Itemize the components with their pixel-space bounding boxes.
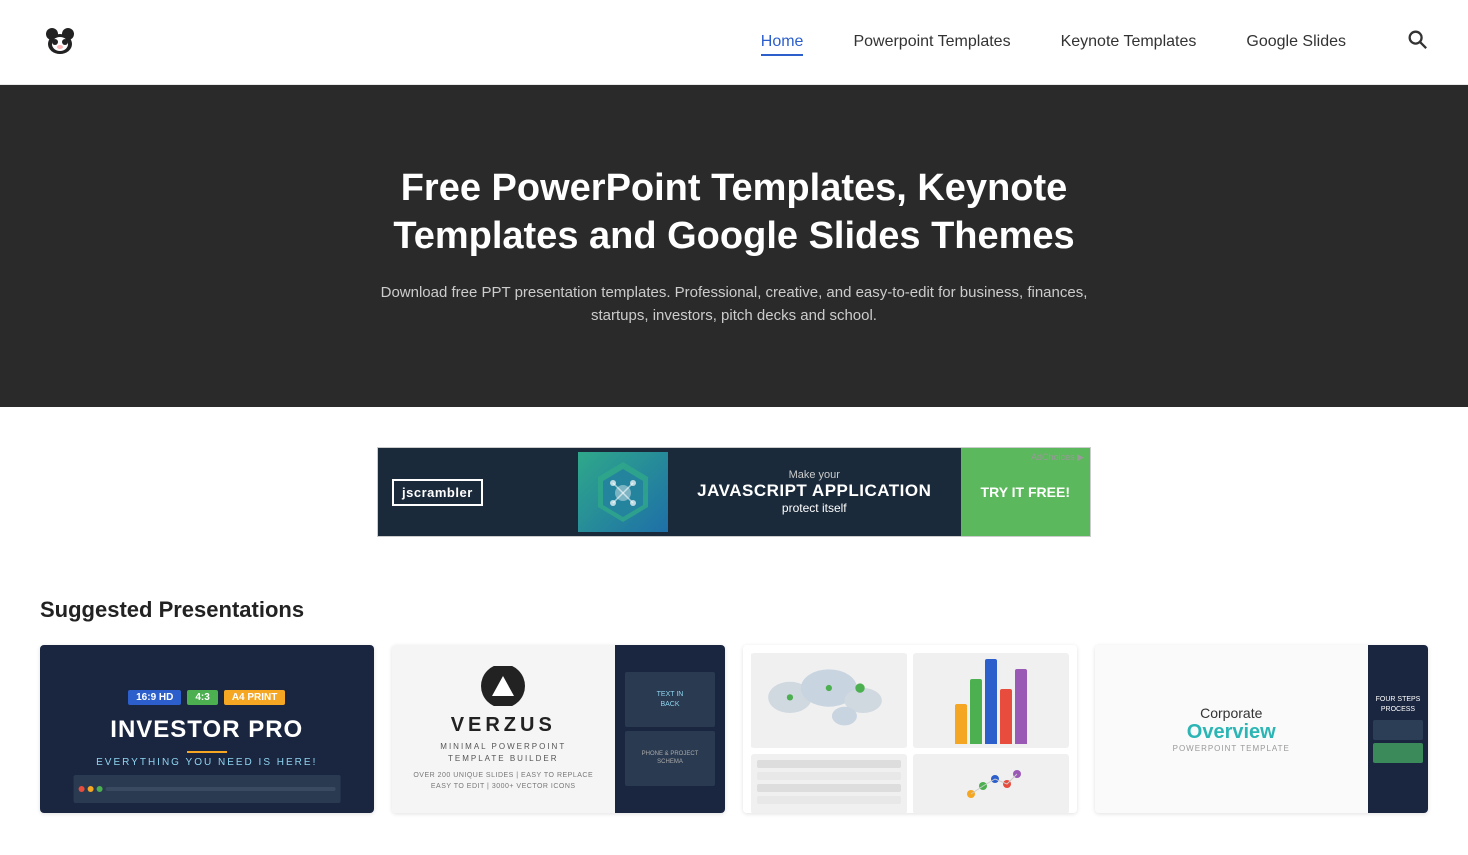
ad-graphic [578,452,668,532]
card-corporate-overview[interactable]: Corporate Overview POWERPOINT TEMPLATE F… [1095,645,1429,813]
site-logo[interactable] [40,22,80,62]
verzus-brand: VERZUS [451,714,556,737]
verzus-thumb-1: TEXT INBACK [625,672,715,727]
verzus-desc: OVER 200 UNIQUE SLIDES | EASY TO REPLACE… [413,771,593,792]
corp-label: POWERPOINT TEMPLATE [1173,744,1290,753]
corp-side-text: FOUR STEPS PROCESS [1372,695,1424,713]
corp-side-panel: FOUR STEPS PROCESS [1368,645,1428,813]
card-verzus-visual: VERZUS MINIMAL POWERPOINTTEMPLATE BUILDE… [392,645,726,813]
verzus-thumb-2: PHONE & PROJECT SCHEMA [625,731,715,786]
badge-hd: 16:9 HD [128,690,181,705]
cards-grid: 16:9 HD 4:3 A4 PRINT INVESTOR PRO EVERYT… [40,645,1428,813]
card-corp-visual: Corporate Overview POWERPOINT TEMPLATE F… [1095,645,1429,813]
investor-divider [187,751,227,753]
verzus-side-panel: TEXT INBACK PHONE & PROJECT SCHEMA [615,645,725,813]
corp-title-main: Overview [1187,721,1276,744]
card-charts-visual [743,645,1077,813]
card-badges: 16:9 HD 4:3 A4 PRINT [128,690,285,705]
panda-icon [40,22,80,62]
card-investor-pro[interactable]: 16:9 HD 4:3 A4 PRINT INVESTOR PRO EVERYT… [40,645,374,813]
ad-graphic-icon [588,457,658,527]
ad-banner[interactable]: AdChoices ▶ jscrambler Make your JAVASCR… [377,447,1091,537]
ad-bold-text: JAVASCRIPT APPLICATION [684,481,945,501]
corp-title-top: Corporate [1200,705,1262,721]
card-charts[interactable] [743,645,1077,813]
dot-chart-svg [961,764,1021,804]
dot-chart-mini [913,754,1069,813]
search-icon [1406,28,1428,50]
corp-main-content: Corporate Overview POWERPOINT TEMPLATE [1095,645,1369,813]
ad-choices-label: AdChoices ▶ [1031,452,1084,463]
nav-link-powerpoint[interactable]: Powerpoint Templates [853,33,1010,54]
ad-sub-text: protect itself [684,501,945,515]
verzus-logo [480,666,526,706]
investor-subtitle: EVERYTHING YOU NEED IS HERE! [96,757,317,768]
table-mini [751,754,907,813]
suggested-section: Suggested Presentations 16:9 HD 4:3 A4 P… [0,577,1468,833]
card-verzus[interactable]: VERZUS MINIMAL POWERPOINTTEMPLATE BUILDE… [392,645,726,813]
nav-item-keynote[interactable]: Keynote Templates [1061,33,1197,51]
verzus-tagline: MINIMAL POWERPOINTTEMPLATE BUILDER [440,741,566,765]
world-map-svg [751,653,907,748]
navigation: Home Powerpoint Templates Keynote Templa… [0,0,1468,85]
hero-subtext: Download free PPT presentation templates… [354,282,1114,327]
nav-link-home[interactable]: Home [761,33,804,56]
ad-main-text: Make your [684,469,945,481]
world-map-mini [751,653,907,748]
search-button[interactable] [1406,28,1428,56]
nav-item-home[interactable]: Home [761,33,804,51]
hero-section: Free PowerPoint Templates, Keynote Templ… [0,85,1468,407]
ad-logo-text: jscrambler [392,479,483,506]
badge-43: 4:3 [187,690,217,705]
verzus-main-area: VERZUS MINIMAL POWERPOINTTEMPLATE BUILDE… [392,645,616,813]
bar-chart-mini [913,653,1069,748]
card-investor-visual: 16:9 HD 4:3 A4 PRINT INVESTOR PRO EVERYT… [40,645,374,813]
corp-top-area: Corporate Overview POWERPOINT TEMPLATE F… [1095,645,1429,813]
suggested-title: Suggested Presentations [40,597,1428,623]
ad-text-block: Make your JAVASCRIPT APPLICATION protect… [668,469,961,515]
corp-side-mini-1 [1373,720,1423,740]
hero-heading: Free PowerPoint Templates, Keynote Templ… [309,165,1159,260]
nav-menu: Home Powerpoint Templates Keynote Templa… [761,33,1346,51]
corp-side-mini-2 [1373,743,1423,763]
nav-item-powerpoint[interactable]: Powerpoint Templates [853,33,1010,51]
ad-logo-area: jscrambler [378,448,578,536]
nav-link-google-slides[interactable]: Google Slides [1246,33,1346,54]
badge-a4: A4 PRINT [224,690,286,705]
nav-item-google-slides[interactable]: Google Slides [1246,33,1346,51]
nav-link-keynote[interactable]: Keynote Templates [1061,33,1197,54]
investor-title: INVESTOR PRO [110,717,303,743]
ad-section: AdChoices ▶ jscrambler Make your JAVASCR… [0,407,1468,577]
